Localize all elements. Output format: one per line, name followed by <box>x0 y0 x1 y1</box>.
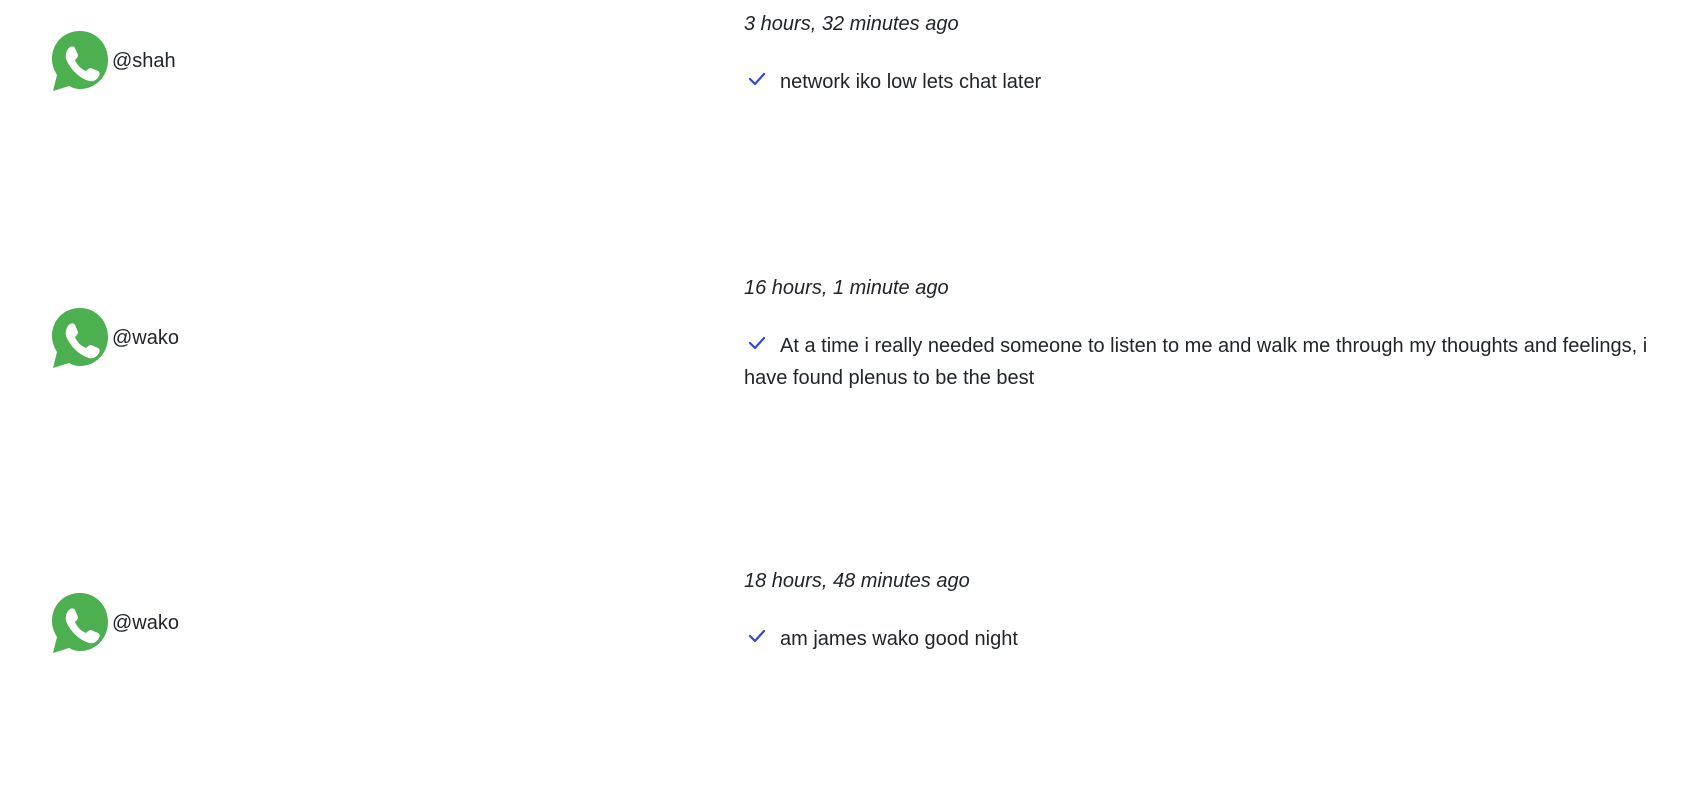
sender-handle[interactable]: @wako <box>112 328 179 348</box>
message-text: network iko low lets chat later <box>780 71 1042 93</box>
check-icon <box>748 629 766 643</box>
sender-info: @wako <box>48 305 179 371</box>
message-timestamp: 18 hours, 48 minutes ago <box>744 570 970 592</box>
check-icon <box>748 336 766 350</box>
whatsapp-icon[interactable] <box>48 28 112 94</box>
whatsapp-icon[interactable] <box>48 305 112 371</box>
message-body: At a time i really needed someone to lis… <box>744 330 1664 394</box>
message-feed: @shah 3 hours, 32 minutes ago network ik… <box>0 0 1708 806</box>
message-text: am james wako good night <box>780 628 1018 650</box>
message-content: 18 hours, 48 minutes ago am james wako g… <box>744 567 1664 655</box>
sender-info: @wako <box>48 590 179 656</box>
message-text: At a time i really needed someone to lis… <box>744 335 1648 389</box>
check-icon <box>748 72 766 86</box>
sender-info: @shah <box>48 28 176 94</box>
message-timestamp: 3 hours, 32 minutes ago <box>744 13 959 35</box>
sender-handle[interactable]: @wako <box>112 613 179 633</box>
message-content: 3 hours, 32 minutes ago network iko low … <box>744 10 1664 98</box>
message-timestamp: 16 hours, 1 minute ago <box>744 277 949 299</box>
message-body: am james wako good night <box>744 623 1664 655</box>
message-body: network iko low lets chat later <box>744 66 1664 98</box>
whatsapp-icon[interactable] <box>48 590 112 656</box>
message-content: 16 hours, 1 minute ago At a time i reall… <box>744 274 1664 394</box>
sender-handle[interactable]: @shah <box>112 51 176 71</box>
